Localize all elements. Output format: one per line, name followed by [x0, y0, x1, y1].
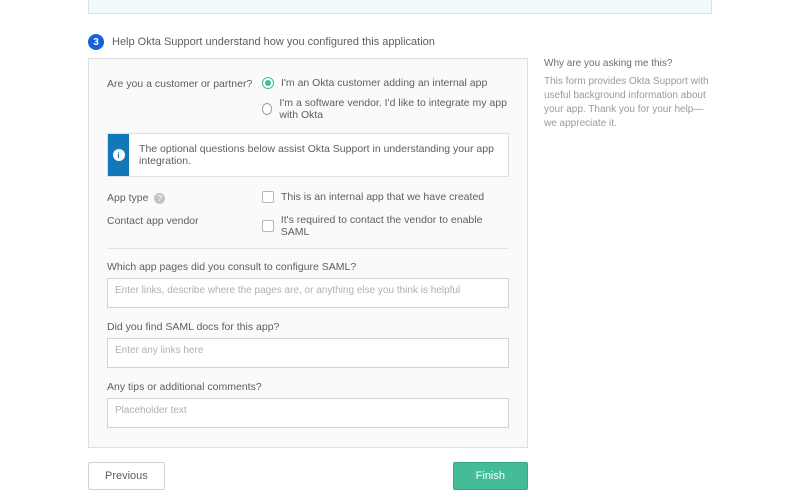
feedback-form-card: Are you a customer or partner? I'm an Ok… [88, 58, 528, 448]
question-docs-label: Did you find SAML docs for this app? [107, 321, 509, 333]
info-banner: i The optional questions below assist Ok… [107, 133, 509, 177]
info-icon: i [108, 134, 129, 176]
app-type-label: App type ? [107, 191, 262, 204]
divider [107, 248, 509, 249]
checkbox-label: It's required to contact the vendor to e… [281, 214, 509, 238]
section-title: Help Okta Support understand how you con… [112, 36, 435, 48]
checkbox-contact-vendor[interactable]: It's required to contact the vendor to e… [262, 214, 509, 238]
radio-icon [262, 77, 274, 89]
stepper-bar [88, 0, 712, 14]
radio-label: I'm a software vendor. I'd like to integ… [279, 97, 509, 121]
contact-vendor-label: Contact app vendor [107, 214, 262, 238]
step-number-badge: 3 [88, 34, 104, 50]
radio-label: I'm an Okta customer adding an internal … [281, 77, 487, 89]
checkbox-label: This is an internal app that we have cre… [281, 191, 484, 203]
info-banner-text: The optional questions below assist Okta… [129, 134, 508, 176]
pages-textarea[interactable] [107, 278, 509, 308]
footer-actions: Previous Finish [88, 462, 528, 490]
checkbox-internal-app[interactable]: This is an internal app that we have cre… [262, 191, 509, 203]
section-header: 3 Help Okta Support understand how you c… [88, 34, 712, 50]
checkbox-icon [262, 191, 274, 203]
help-aside: Why are you asking me this? This form pr… [544, 58, 712, 131]
radio-option-vendor[interactable]: I'm a software vendor. I'd like to integ… [262, 97, 509, 121]
previous-button[interactable]: Previous [88, 462, 165, 490]
aside-body: This form provides Okta Support with use… [544, 75, 712, 131]
question-tips-label: Any tips or additional comments? [107, 381, 509, 393]
question-pages-label: Which app pages did you consult to confi… [107, 261, 509, 273]
checkbox-icon [262, 220, 274, 232]
customer-partner-label: Are you a customer or partner? [107, 77, 262, 121]
radio-icon [262, 103, 272, 115]
radio-option-customer[interactable]: I'm an Okta customer adding an internal … [262, 77, 509, 89]
finish-button[interactable]: Finish [453, 462, 528, 490]
docs-textarea[interactable] [107, 338, 509, 368]
help-icon[interactable]: ? [154, 193, 165, 204]
aside-title: Why are you asking me this? [544, 58, 712, 69]
tips-textarea[interactable] [107, 398, 509, 428]
